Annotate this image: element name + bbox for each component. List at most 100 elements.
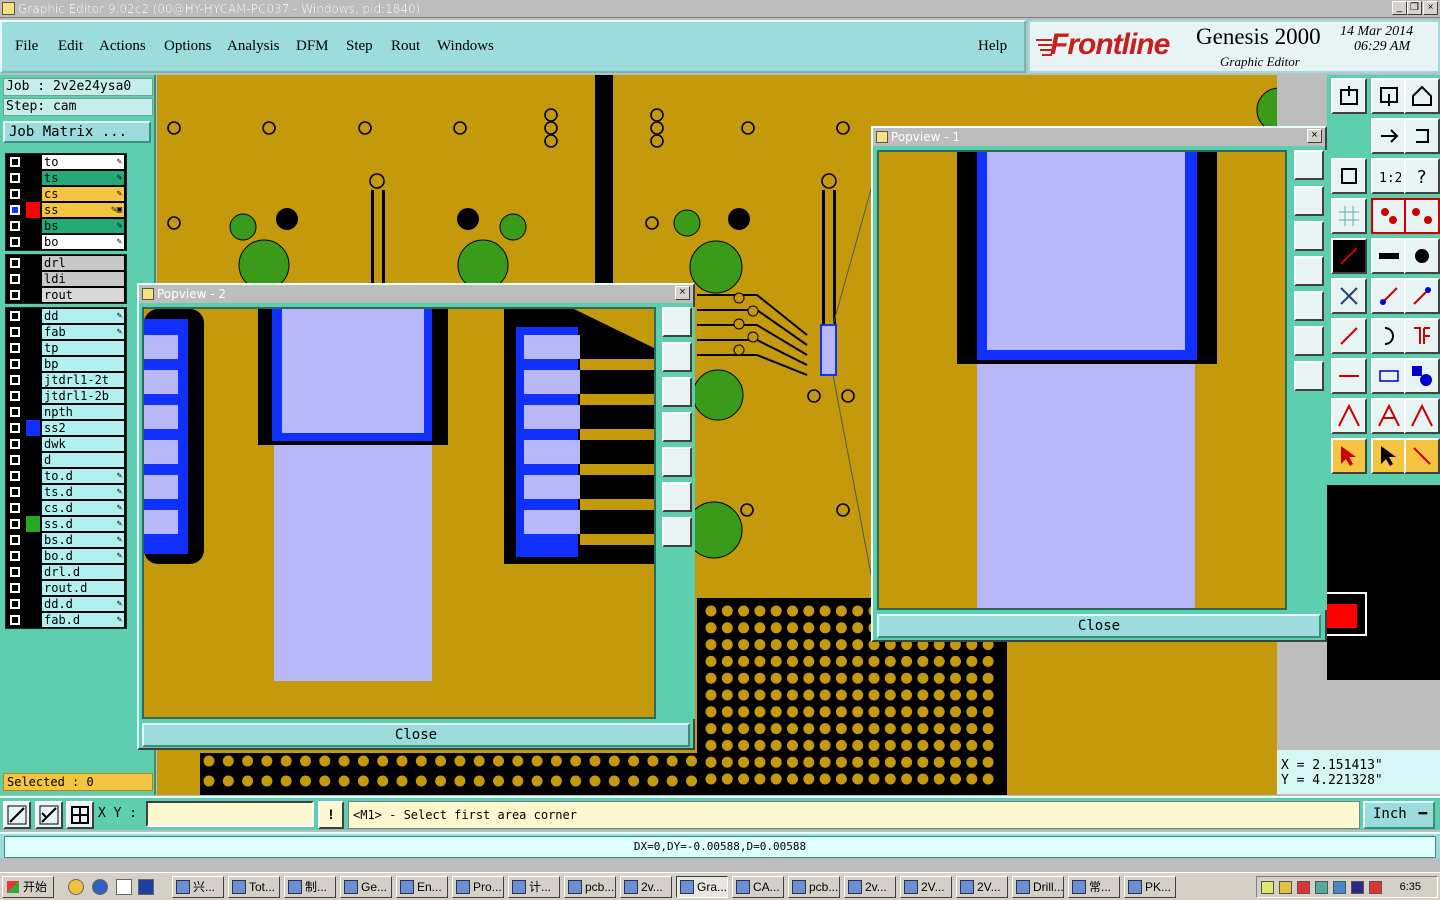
layer-row-jtdrl1-2b[interactable]: jtdrl1-2b	[6, 388, 126, 404]
menu-file[interactable]: File	[15, 38, 38, 55]
layer-checkbox[interactable]	[10, 439, 20, 449]
tool-select-icon[interactable]	[1331, 438, 1367, 474]
layer-row-drl[interactable]: drl	[6, 255, 126, 271]
pv2-zoom-in-icon[interactable]	[662, 307, 692, 337]
tool-arc-icon[interactable]	[1371, 318, 1407, 354]
layer-color-swatch[interactable]	[26, 308, 40, 324]
layer-name[interactable]: bo ✎	[42, 235, 124, 249]
layer-color-swatch[interactable]	[26, 255, 40, 271]
popview-2-close-button[interactable]: Close	[142, 723, 690, 747]
quicklaunch-notepad-icon[interactable]	[116, 879, 132, 895]
layer-row-npth[interactable]: npth	[6, 404, 126, 420]
menu-edit[interactable]: Edit	[58, 38, 83, 55]
tool-dimension-icon[interactable]	[1371, 358, 1407, 394]
popview-2-titlebar[interactable]: Popview - 2 ×	[139, 285, 693, 303]
layer-row-dwk[interactable]: dwk	[6, 436, 126, 452]
layer-name[interactable]: to ✎	[42, 155, 124, 169]
taskbar-task[interactable]: 2V...	[956, 876, 1008, 898]
tool-shapes-icon[interactable]	[1404, 358, 1440, 394]
popview-2-view[interactable]	[142, 307, 656, 719]
layer-checkbox[interactable]	[10, 157, 20, 167]
tool-pan-icon[interactable]	[1371, 118, 1407, 154]
layer-row-d[interactable]: d	[6, 452, 126, 468]
job-matrix-button[interactable]: Job Matrix ...	[3, 121, 151, 143]
tool-rotate-icon[interactable]	[1404, 118, 1440, 154]
tray-warning-icon[interactable]	[1279, 881, 1292, 894]
layer-row-bp[interactable]: bp	[6, 356, 126, 372]
layer-row-ss.d[interactable]: ss.d ✎	[6, 516, 126, 532]
taskbar-task[interactable]: Ge...	[340, 876, 392, 898]
cmd-zoom-area-icon[interactable]	[3, 801, 31, 829]
taskbar-task[interactable]: 2v...	[620, 876, 672, 898]
layer-name[interactable]: rout	[42, 288, 124, 302]
taskbar-task[interactable]: CA...	[732, 876, 784, 898]
layer-checkbox[interactable]	[10, 615, 20, 625]
taskbar-task[interactable]: 常...	[1068, 876, 1120, 898]
tool-split-icon[interactable]	[1404, 318, 1440, 354]
minimize-button[interactable]: _	[1392, 1, 1407, 15]
unit-selector[interactable]: Inch ━	[1363, 801, 1435, 829]
tool-hline-icon[interactable]	[1331, 358, 1367, 394]
xy-input[interactable]	[146, 801, 314, 827]
tool-select3-icon[interactable]	[1404, 438, 1440, 474]
menu-dfm[interactable]: DFM	[296, 38, 329, 55]
layer-color-swatch[interactable]	[26, 580, 40, 596]
tool-draw-icon[interactable]	[1331, 318, 1367, 354]
layer-color-swatch[interactable]	[26, 271, 40, 287]
tool-fit-down-icon[interactable]	[1371, 78, 1407, 114]
tool-grid-icon[interactable]	[1331, 198, 1367, 234]
popview-1-close-x-button[interactable]: ×	[1307, 129, 1322, 143]
layer-color-swatch[interactable]	[26, 218, 40, 234]
popview-2-close-x-button[interactable]: ×	[675, 286, 690, 300]
layer-checkbox[interactable]	[10, 221, 20, 231]
layer-row-ts.d[interactable]: ts.d ✎	[6, 484, 126, 500]
menu-windows[interactable]: Windows	[437, 38, 494, 55]
layer-checkbox[interactable]	[10, 205, 20, 215]
layer-checkbox[interactable]	[10, 274, 20, 284]
quicklaunch-browser-icon[interactable]	[92, 879, 108, 895]
layer-color-swatch[interactable]	[26, 516, 40, 532]
menu-options[interactable]: Options	[164, 38, 212, 55]
layer-checkbox[interactable]	[10, 471, 20, 481]
layer-color-swatch[interactable]	[26, 324, 40, 340]
taskbar-task[interactable]: Pro...	[452, 876, 504, 898]
layer-checkbox[interactable]	[10, 237, 20, 247]
layer-name[interactable]: bo.d ✎	[42, 549, 124, 563]
layer-color-swatch[interactable]	[26, 548, 40, 564]
layer-checkbox[interactable]	[10, 503, 20, 513]
layer-row-jtdrl1-2t[interactable]: jtdrl1-2t	[6, 372, 126, 388]
layer-checkbox[interactable]	[10, 189, 20, 199]
tray-close-icon[interactable]	[1297, 881, 1310, 894]
layer-checkbox[interactable]	[10, 487, 20, 497]
layer-row-rout.d[interactable]: rout.d	[6, 580, 126, 596]
layer-name[interactable]: jtdrl1-2b	[42, 389, 124, 403]
start-button[interactable]: 开始	[2, 876, 54, 898]
taskbar-task[interactable]: 兴...	[172, 876, 224, 898]
layer-color-swatch[interactable]	[26, 372, 40, 388]
pv2-center-icon[interactable]	[662, 517, 692, 547]
layer-color-swatch[interactable]	[26, 388, 40, 404]
layer-color-swatch[interactable]	[26, 420, 40, 436]
menu-step[interactable]: Step	[346, 38, 373, 55]
tool-measure-icon[interactable]	[1331, 238, 1367, 274]
layer-color-swatch[interactable]	[26, 340, 40, 356]
layer-name[interactable]: bs.d ✎	[42, 533, 124, 547]
layer-color-swatch[interactable]	[26, 356, 40, 372]
layer-name[interactable]: ss ✎▣	[42, 203, 124, 217]
maximize-button[interactable]: ❐	[1407, 1, 1422, 15]
menu-actions[interactable]: Actions	[99, 38, 146, 55]
pv2-pan-right-icon[interactable]	[662, 447, 692, 477]
taskbar-task[interactable]: pcb...	[788, 876, 840, 898]
tool-pad-icon[interactable]	[1404, 238, 1440, 274]
layer-row-cs[interactable]: cs ✎	[6, 186, 126, 202]
layer-color-swatch[interactable]	[26, 468, 40, 484]
layer-name[interactable]: to.d ✎	[42, 469, 124, 483]
pv1-center-icon[interactable]	[1294, 361, 1324, 391]
popview-2-window[interactable]: Popview - 2 × Close	[137, 283, 695, 750]
layer-checkbox[interactable]	[10, 391, 20, 401]
tool-text-a-icon[interactable]	[1331, 398, 1367, 434]
layer-name[interactable]: ss2	[42, 421, 124, 435]
taskbar-task[interactable]: Gra...	[676, 876, 728, 898]
layer-checkbox[interactable]	[10, 519, 20, 529]
cmd-snap-icon[interactable]	[35, 801, 63, 829]
